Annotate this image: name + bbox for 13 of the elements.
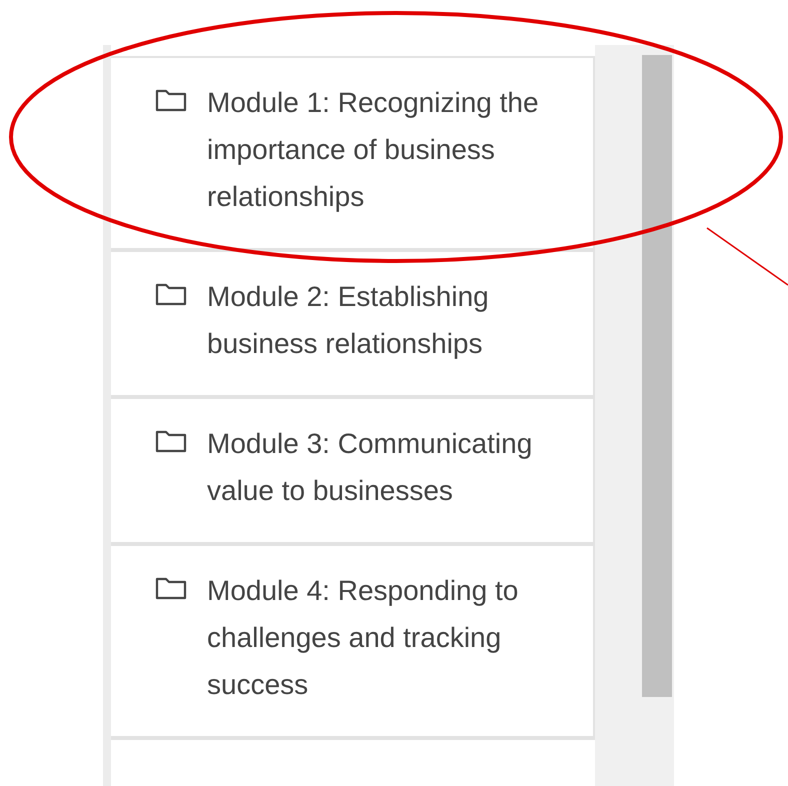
module-item[interactable]: Module 1: Recognizing the importance of business relationships	[111, 56, 595, 250]
module-item[interactable]: Module 2: Establishing business relationships	[111, 252, 595, 397]
module-item[interactable]: Module 3: Communicating value to businesses	[111, 399, 595, 544]
module-title: Module 3: Communicating value to businesses	[207, 427, 534, 508]
scrollbar-thumb[interactable]	[642, 55, 672, 697]
module-item[interactable]: Module 4: Responding to challenges and tracking success	[111, 546, 595, 738]
folder-icon	[155, 88, 187, 112]
folder-icon	[155, 282, 187, 306]
folder-icon	[155, 576, 187, 600]
module-title: Module 1: Recognizing the importance of business relationships	[207, 86, 540, 214]
folder-icon	[155, 429, 187, 453]
module-title: Module 4: Responding to challenges and tracking success	[207, 574, 520, 702]
module-title: Module 2: Establishing business relationships	[207, 280, 490, 361]
